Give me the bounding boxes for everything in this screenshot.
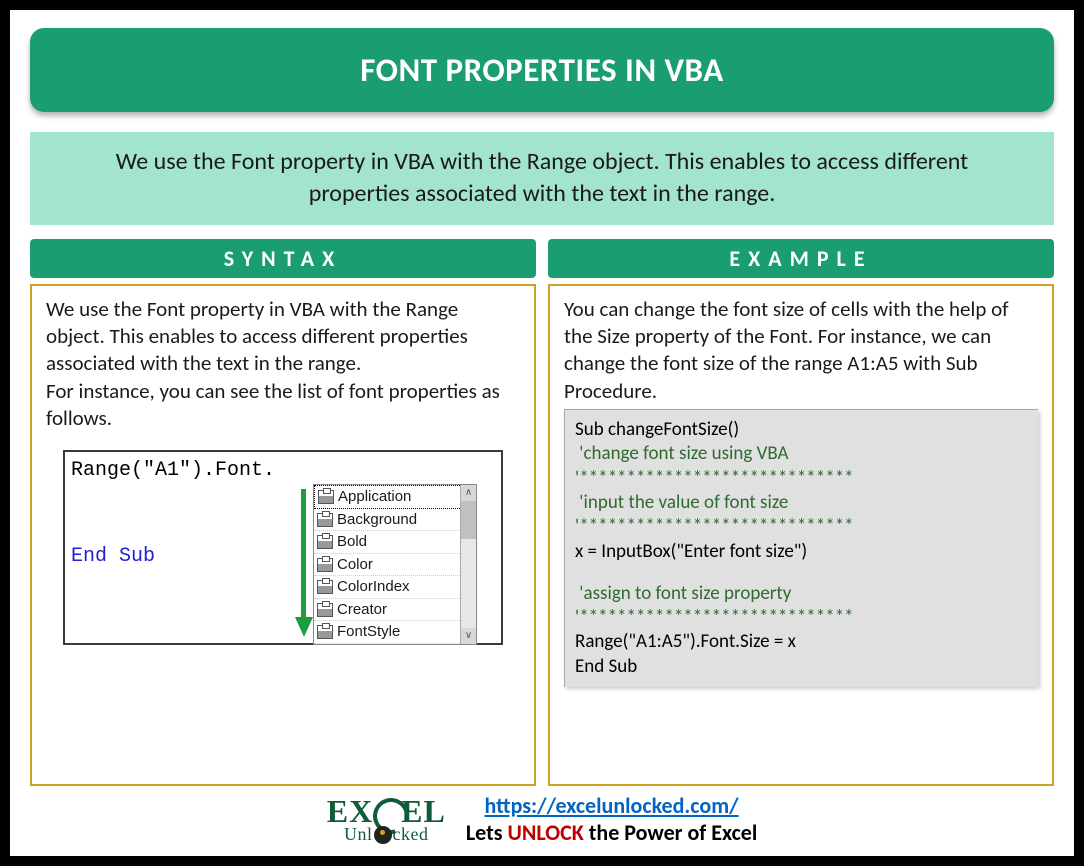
footer-text-block: https://excelunlocked.com/ Lets UNLOCK t…: [466, 792, 757, 846]
property-icon: [318, 490, 334, 504]
syntax-description: We use the Font property in VBA with the…: [46, 296, 520, 432]
example-body: You can change the font size of cells wi…: [548, 284, 1054, 786]
intellisense-scrollbar[interactable]: ∧ ∨: [460, 485, 476, 644]
green-arrow-icon: [298, 489, 308, 639]
logo-magnifier-icon: [373, 798, 401, 826]
intellisense-item[interactable]: Creator: [314, 599, 476, 622]
code-line: End Sub: [575, 655, 1028, 679]
example-column: EXAMPLE You can change the font size of …: [548, 239, 1054, 786]
intro-text: We use the Font property in VBA with the…: [30, 132, 1054, 225]
outer-frame: FONT PROPERTIES IN VBA We use the Font p…: [0, 0, 1084, 866]
intellisense-label: Color: [337, 555, 373, 575]
code-comment: 'assign to font size property: [575, 582, 1028, 606]
slogan-unlock: UNLOCK: [507, 819, 583, 846]
scroll-down-icon[interactable]: ∨: [461, 628, 476, 644]
intellisense-item[interactable]: Bold: [314, 531, 476, 554]
logo: EXEL Unlcked: [327, 793, 446, 845]
code-line: Sub changeFontSize(): [575, 418, 1028, 442]
code-comment: 'input the value of font size: [575, 491, 1028, 515]
property-icon: [317, 513, 333, 527]
syntax-header: SYNTAX: [30, 239, 536, 278]
code-range-line: Range("A1").Font.: [71, 458, 495, 484]
vba-code-editor: Range("A1").Font. End Sub Application Ba…: [63, 450, 503, 645]
logo-bottom-text: Unlcked: [344, 824, 428, 845]
code-comment: '*****************************: [575, 515, 1028, 539]
property-icon: [317, 580, 333, 594]
logo-text: Unl: [344, 824, 373, 845]
property-icon: [317, 625, 333, 639]
intellisense-item[interactable]: Application: [314, 485, 476, 509]
code-line: x = InputBox("Enter font size"): [575, 540, 1028, 564]
code-comment: 'change font size using VBA: [575, 442, 1028, 466]
code-line: Range("A1:A5").Font.Size = x: [575, 630, 1028, 654]
intellisense-label: Bold: [337, 532, 367, 552]
property-icon: [317, 535, 333, 549]
slogan-part: the Power of Excel: [584, 819, 757, 846]
scroll-up-icon[interactable]: ∧: [461, 485, 476, 501]
code-comment: '*****************************: [575, 467, 1028, 491]
footer: EXEL Unlcked https://excelunlocked.com/ …: [30, 792, 1054, 846]
footer-slogan: Lets UNLOCK the Power of Excel: [466, 819, 757, 846]
intellisense-label: ColorIndex: [337, 577, 410, 597]
code-comment: '*****************************: [575, 606, 1028, 630]
logo-keyhole-icon: [374, 826, 392, 844]
property-icon: [317, 603, 333, 617]
example-code-block: Sub changeFontSize() 'change font size u…: [564, 409, 1038, 687]
columns-container: SYNTAX We use the Font property in VBA w…: [30, 239, 1054, 786]
intellisense-item[interactable]: Background: [314, 509, 476, 532]
example-description: You can change the font size of cells wi…: [564, 296, 1038, 405]
slogan-part: Lets: [466, 819, 508, 846]
intellisense-label: FontStyle: [337, 622, 400, 642]
intellisense-item[interactable]: FontStyle: [314, 621, 476, 644]
syntax-column: SYNTAX We use the Font property in VBA w…: [30, 239, 536, 786]
main-title: FONT PROPERTIES IN VBA: [30, 28, 1054, 112]
syntax-body: We use the Font property in VBA with the…: [30, 284, 536, 786]
footer-link[interactable]: https://excelunlocked.com/: [485, 792, 739, 819]
syntax-text-2: For instance, you can see the list of fo…: [46, 378, 500, 431]
scroll-thumb[interactable]: [461, 501, 476, 539]
intellisense-item[interactable]: Color: [314, 554, 476, 577]
intellisense-item[interactable]: ColorIndex: [314, 576, 476, 599]
intellisense-label: Creator: [337, 600, 387, 620]
intellisense-label: Background: [337, 510, 417, 530]
property-icon: [317, 558, 333, 572]
syntax-text-1: We use the Font property in VBA with the…: [46, 296, 468, 377]
code-blank: [575, 564, 1028, 582]
intellisense-dropdown[interactable]: Application Background Bold Color ColorI…: [313, 484, 477, 645]
page-content: FONT PROPERTIES IN VBA We use the Font p…: [10, 10, 1074, 856]
intellisense-label: Application: [338, 487, 411, 507]
example-header: EXAMPLE: [548, 239, 1054, 278]
